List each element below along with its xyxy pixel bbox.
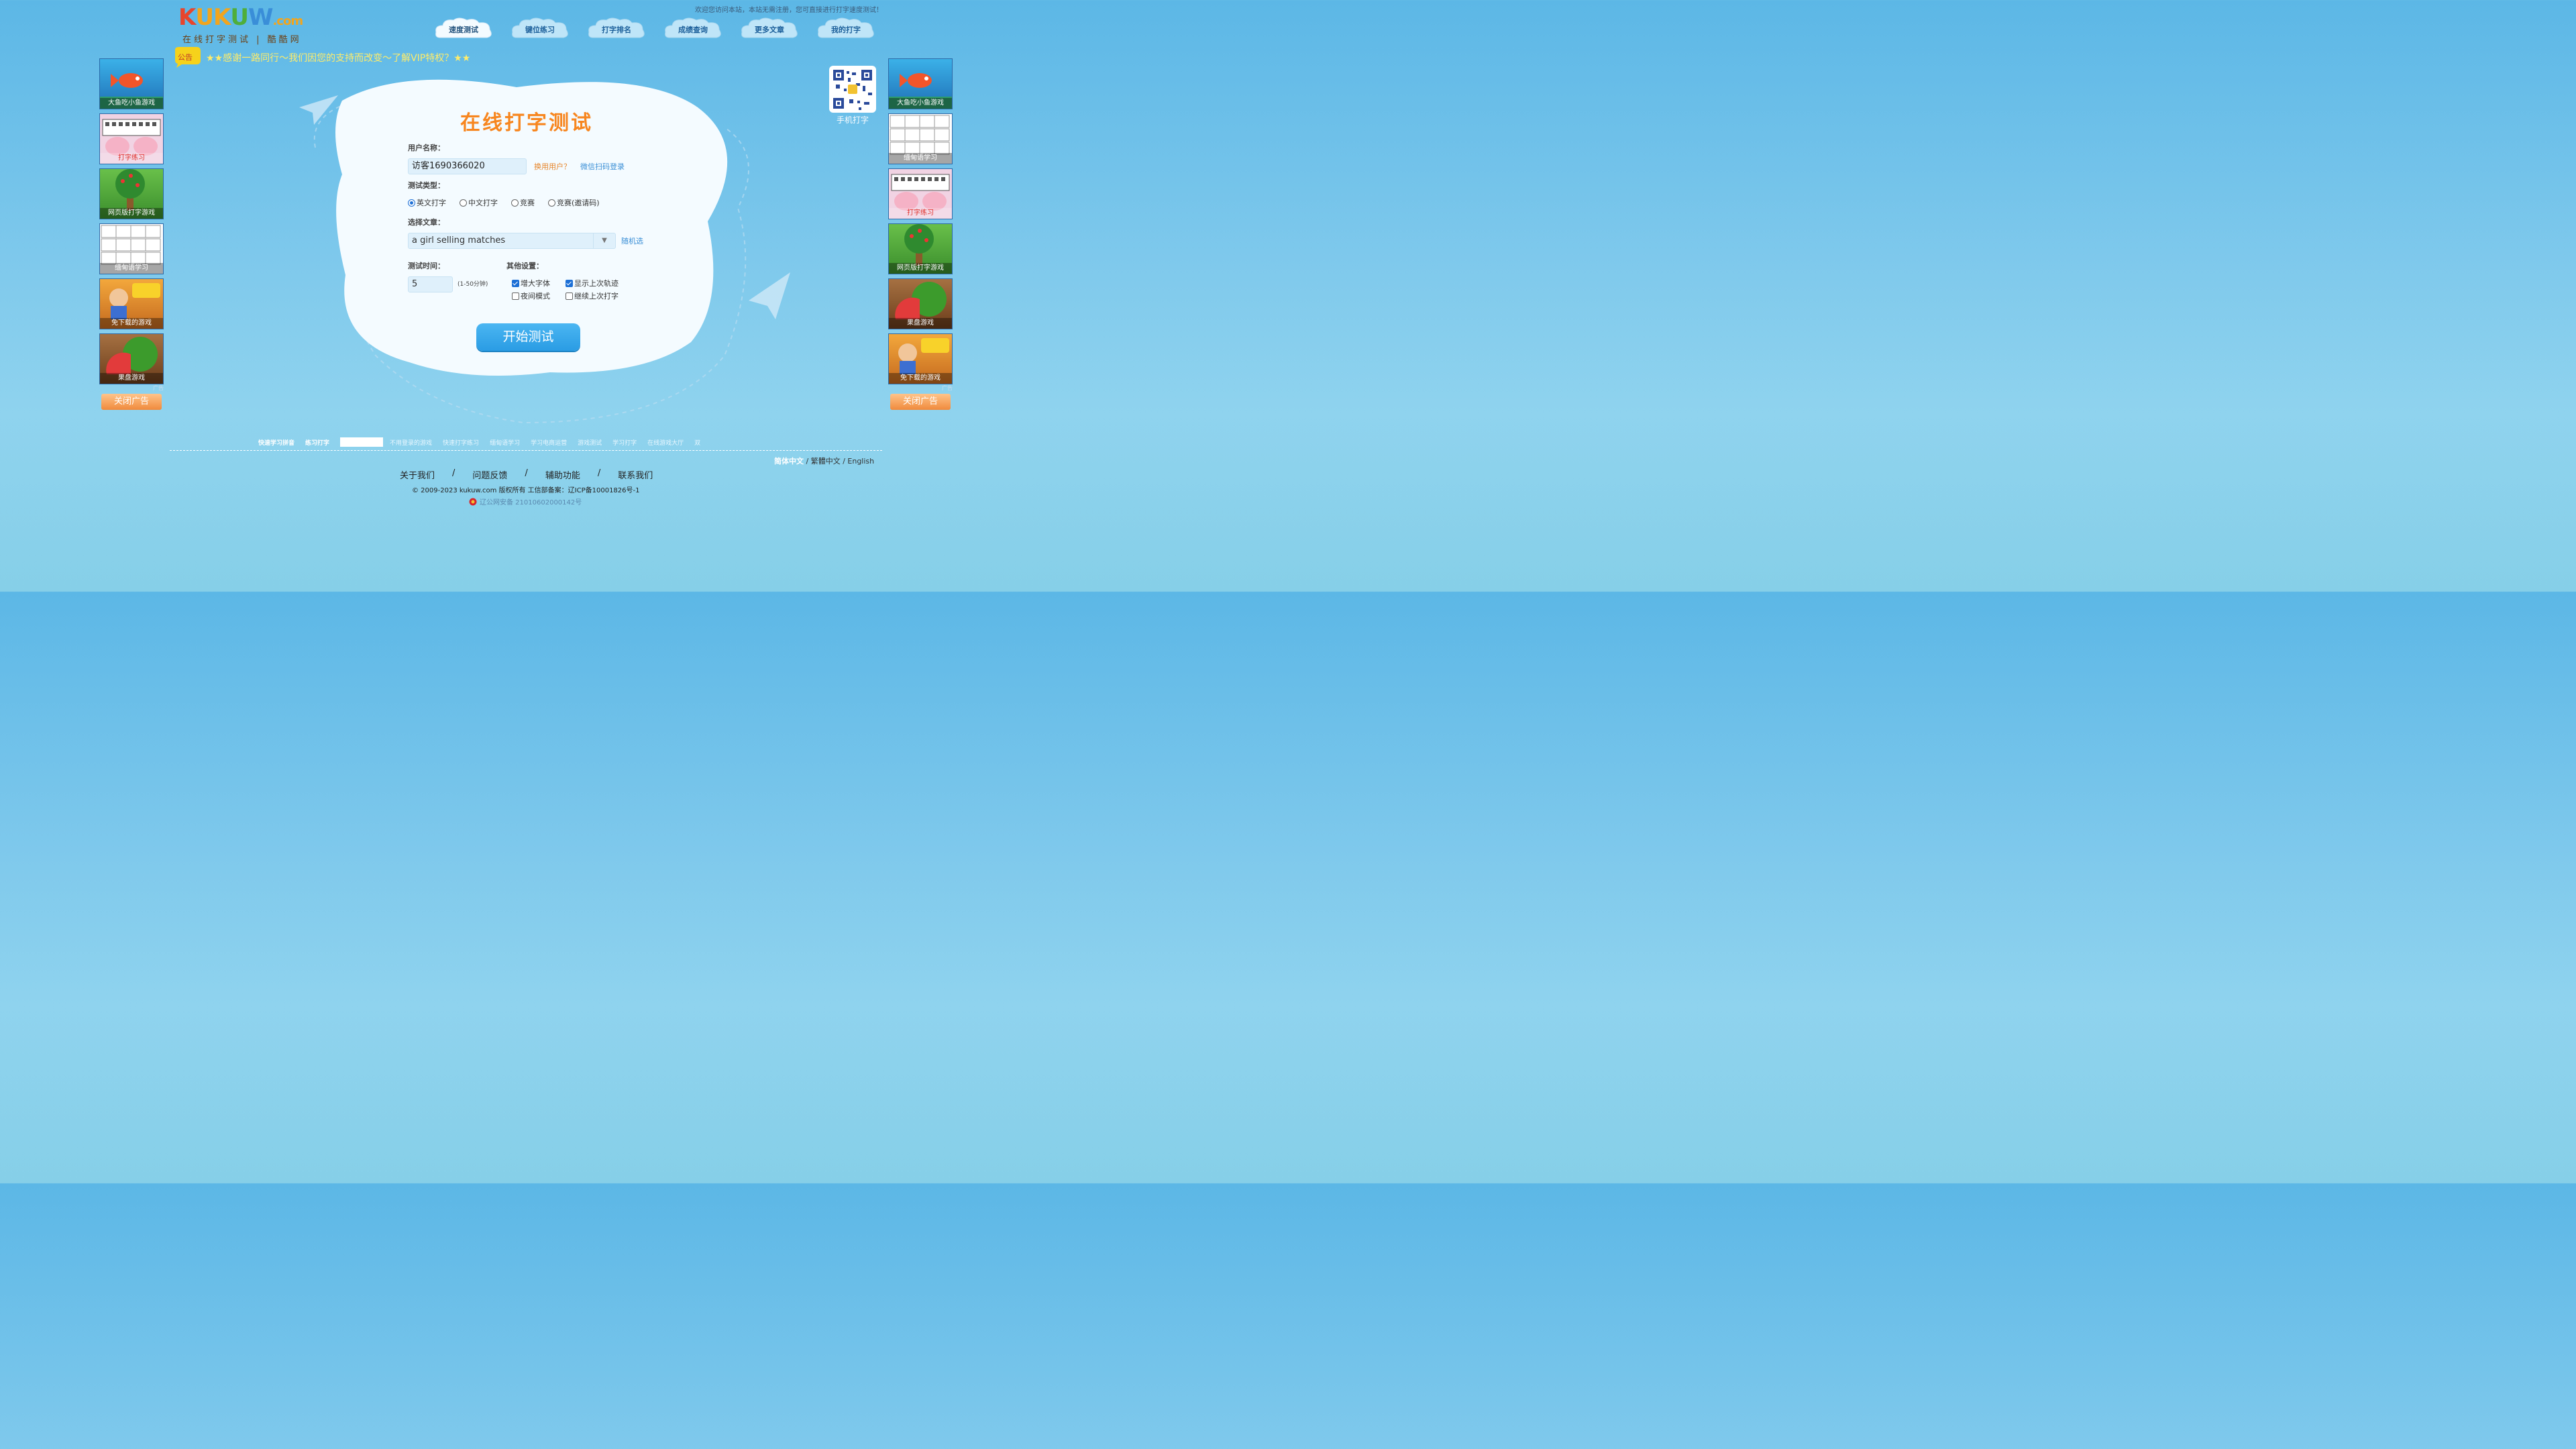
qr-code[interactable] [829,66,876,113]
close-ad-button[interactable]: 关闭广告 [101,394,162,410]
radio-contest-invite[interactable]: 竞赛(邀请码) [548,197,600,208]
radio-english[interactable]: 英文打字 [408,197,446,208]
footer-link[interactable]: 快速打字练习 [443,438,479,447]
ad-tile-keyboard[interactable]: 打字练习 [888,168,953,219]
time-label: 测试时间： [408,262,445,270]
ad-tile-watermelon[interactable]: 果盘游戏 [99,333,164,384]
separator: / [452,468,455,478]
notice-bar: 公告 ★★感谢一路同行～我们因您的支持而改变～了解VIP特权？★★ [172,46,470,68]
article-select-value: a girl selling matches [412,235,506,246]
separator: / [597,468,601,478]
footer-link[interactable]: 在线游戏大厅 [647,438,684,447]
footer-link[interactable]: 缅甸语学习 [490,438,520,447]
welcome-text: 欢迎您访问本站，本站无需注册，您可直接进行打字速度测试！ [695,7,883,14]
footer-link[interactable]: 不用登录的游戏 [390,438,432,447]
chevron-down-icon[interactable]: ▼ [593,233,615,248]
footer-link[interactable]: 练习打字 [305,438,329,447]
page-title: 在线打字测试 [460,111,593,135]
nav-ranking[interactable]: 打字排名 [588,17,645,40]
language-switch[interactable]: 简体中文 / 繁體中文 / English [774,455,874,466]
police-record[interactable]: 辽公网安备 21010602000142号 [469,496,582,506]
footer-quick-links: 快速学习拼音 练习打字 不用登录的游戏 快速打字练习 缅甸语学习 学习电商运营 … [258,437,711,447]
divider [170,450,882,451]
ad-tile-myanmar[interactable]: 缅甸语学习 [888,113,953,164]
checkbox[interactable] [512,279,519,287]
ad-tile-watermelon[interactable]: 果盘游戏 [888,278,953,329]
checkbox[interactable] [512,292,519,300]
ad-mark: 广告 [153,385,164,391]
radio-button[interactable] [511,199,519,207]
radio-button[interactable] [460,199,467,207]
blank-ad-slot [340,437,384,447]
option-night-mode[interactable]: 夜间模式 [512,290,550,301]
footer-link[interactable]: 游戏测试 [578,438,602,447]
test-type-radios: 英文打字 中文打字 竞赛 竞赛(邀请码) [408,197,600,208]
qr-label: 手机打字 [836,115,869,125]
radio-button[interactable] [408,199,415,207]
police-badge-icon [469,498,477,505]
checkbox[interactable] [566,292,573,300]
test-type-label: 测试类型： [408,181,445,190]
footer-link[interactable]: 快速学习拼音 [258,438,294,447]
option-larger-font[interactable]: 增大字体 [512,278,550,288]
radio-chinese[interactable]: 中文打字 [460,197,498,208]
right-ad-column: 大鱼吃小鱼游戏 缅甸语学习 打字练习 网页版打字游戏 果盘游戏 免下载的游戏 广… [888,58,953,410]
feedback-link[interactable]: 问题反馈 [472,468,507,481]
qr-code-icon [833,70,872,110]
footer-link[interactable]: 学习电商运营 [531,438,567,447]
other-settings-label: 其他设置： [506,262,543,270]
lang-others[interactable]: / 繁體中文 / English [804,457,874,466]
wechat-login-link[interactable]: 微信扫码登录 [580,161,625,172]
notice-badge: 公告 [172,46,202,68]
radio-contest[interactable]: 竞赛 [511,197,535,208]
ad-tile-subway[interactable]: 免下载的游戏 [99,278,164,329]
nav-more-articles[interactable]: 更多文章 [741,17,798,40]
article-label: 选择文章： [408,218,445,227]
ad-tile-myanmar[interactable]: 缅甸语学习 [99,223,164,274]
notice-text[interactable]: ★★感谢一路同行～我们因您的支持而改变～了解VIP特权？★★ [206,51,470,64]
close-ad-button[interactable]: 关闭广告 [890,394,951,410]
article-select[interactable]: a girl selling matches ▼ [408,233,616,249]
switch-user-link[interactable]: 换用用户？ [534,161,571,172]
ad-tile-fish[interactable]: 大鱼吃小鱼游戏 [99,58,164,109]
ad-tile-apple-tree[interactable]: 网页版打字游戏 [888,223,953,274]
option-show-last-trace[interactable]: 显示上次轨迹 [566,278,619,288]
about-link[interactable]: 关于我们 [400,468,435,481]
left-ad-column: 大鱼吃小鱼游戏 打字练习 网页版打字游戏 缅甸语学习 免下载的游戏 果盘游戏 广… [99,58,164,410]
ad-tile-apple-tree[interactable]: 网页版打字游戏 [99,168,164,219]
footer-link[interactable]: 双 [694,438,700,447]
time-input[interactable]: 5 [408,276,453,292]
ad-tile-keyboard[interactable]: 打字练习 [99,113,164,164]
logo-text: KUKUW.com [178,4,303,31]
separator: / [525,468,528,478]
footer-links: 关于我们 / 问题反馈 / 辅助功能 / 联系我们 [400,468,653,481]
nav-score-query[interactable]: 成绩查询 [664,17,722,40]
nav-key-practice[interactable]: 键位练习 [511,17,569,40]
checkbox[interactable] [566,279,573,287]
footer-link[interactable]: 学习打字 [612,438,637,447]
lang-current[interactable]: 简体中文 [774,457,804,466]
copyright: © 2009-2023 kukuw.com 版权所有 工信部备案：辽ICP备10… [412,487,640,494]
username-input[interactable]: 访客1690366020 [408,158,527,174]
ad-tile-fish[interactable]: 大鱼吃小鱼游戏 [888,58,953,109]
start-test-button[interactable]: 开始测试 [476,323,580,351]
nav-my-typing[interactable]: 我的打字 [817,17,875,40]
ad-mark: 广告 [942,385,953,391]
contact-link[interactable]: 联系我们 [618,468,653,481]
option-continue-last[interactable]: 继续上次打字 [566,290,619,301]
paper-plane-icon [749,272,790,319]
paper-plane-icon [299,95,338,125]
logo-subtitle: 在线打字测试 | 酷酷网 [182,35,302,45]
time-hint: (1-50分钟) [458,281,488,288]
main-nav: 速度测试 键位练习 打字排名 成绩查询 更多文章 我的打字 [435,17,875,40]
nav-speed-test[interactable]: 速度测试 [435,17,492,40]
username-label: 用户名称： [408,144,445,152]
radio-button[interactable] [548,199,555,207]
ad-tile-subway[interactable]: 免下载的游戏 [888,333,953,384]
accessibility-link[interactable]: 辅助功能 [545,468,580,481]
site-logo[interactable]: KUKUW.com 在线打字测试 | 酷酷网 [178,4,310,45]
random-pick-link[interactable]: 随机选 [621,235,643,246]
